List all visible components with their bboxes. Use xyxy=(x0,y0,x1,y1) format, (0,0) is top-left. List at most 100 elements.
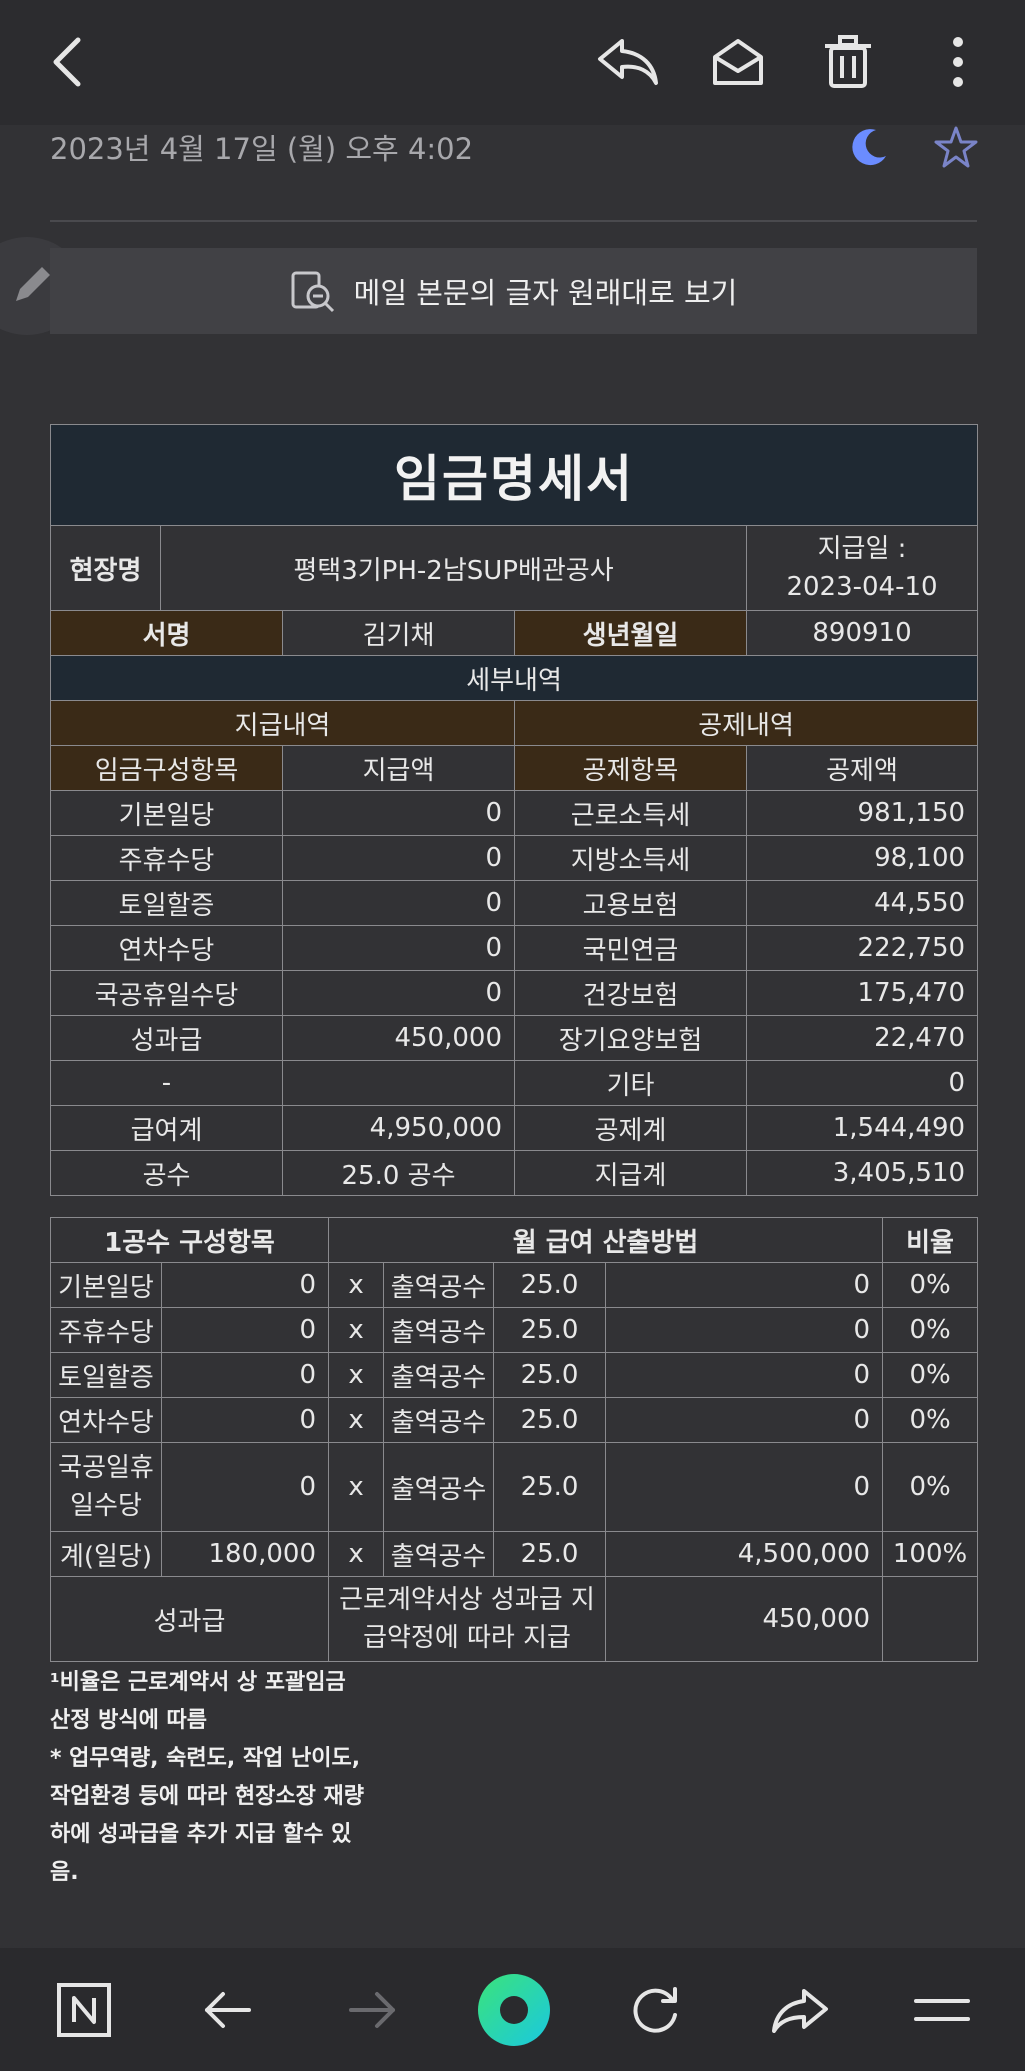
refresh-icon xyxy=(633,1987,677,2033)
reply-button[interactable] xyxy=(588,22,668,102)
row-amount: 25.0 공수 xyxy=(282,1150,515,1196)
row-ded-amount: 3,405,510 xyxy=(745,1150,979,1196)
row-item: 연차수당 xyxy=(50,925,283,971)
payslip-title: 임금명세서 xyxy=(49,424,979,526)
calc-days-label: 출역공수 xyxy=(383,1262,495,1308)
row-amount: 0 xyxy=(282,790,515,836)
calc-times: x xyxy=(328,1307,385,1353)
row-ded-item: 지방소득세 xyxy=(514,835,747,881)
arrow-left-icon xyxy=(205,1992,251,2028)
row-amount xyxy=(282,1060,515,1106)
more-vertical-icon xyxy=(953,37,963,87)
table-row: 공수 25.0 공수 지급계 3,405,510 xyxy=(50,1150,979,1196)
row-item: - xyxy=(50,1060,283,1106)
row-ded-amount: 98,100 xyxy=(745,835,979,881)
more-button[interactable] xyxy=(918,22,998,102)
table-row: 기본일당 0 x 출역공수 25.0 0 0% xyxy=(50,1262,979,1308)
table-row: 국공휴일수당 0 건강보험 175,470 xyxy=(50,970,979,1016)
row-item: 국공휴일수당 xyxy=(50,970,283,1016)
table-row: 주휴수당 0 x 출역공수 25.0 0 0% xyxy=(50,1307,979,1353)
calc-ratio: 0% xyxy=(882,1262,979,1308)
naver-home-button[interactable] xyxy=(44,1970,124,2050)
row-item: 성과급 xyxy=(50,1015,283,1061)
trash-icon xyxy=(825,35,871,88)
payment-section: 지급내역 xyxy=(50,700,515,746)
calc-days-label: 출역공수 xyxy=(383,1307,495,1353)
calc-holiday-line1: 국공일휴 xyxy=(58,1453,154,1483)
mark-read-button[interactable] xyxy=(698,22,778,102)
refresh-button[interactable] xyxy=(616,1970,696,2050)
bottom-navigation xyxy=(0,1948,1025,2071)
footnote-line: 작업환경 등에 따라 현장소장 재량 xyxy=(50,1784,364,1809)
row-ded-amount: 981,150 xyxy=(745,790,979,836)
mail-open-icon xyxy=(713,39,763,85)
calc-col1: 1공수 구성항목 xyxy=(49,1217,330,1263)
table-row: 성과급 근로계약서상 성과급 지 급약정에 따라 지급 450,000 xyxy=(49,1576,979,1662)
calc-days: 25.0 xyxy=(493,1307,607,1353)
calc-bonus-desc-line2: 급약정에 따라 지급 xyxy=(363,1623,571,1653)
browser-forward-button[interactable] xyxy=(332,1970,412,2050)
browser-back-button[interactable] xyxy=(188,1970,268,2050)
green-ring-icon xyxy=(478,1974,550,2046)
row-ded-item: 건강보험 xyxy=(514,970,747,1016)
menu-button[interactable] xyxy=(902,1970,982,2050)
row-ded-item: 고용보험 xyxy=(514,880,747,926)
table-row: 성과급 450,000 장기요양보험 22,470 xyxy=(50,1015,979,1061)
calc-item: 연차수당 xyxy=(50,1397,162,1443)
green-dot-button[interactable] xyxy=(474,1970,554,2050)
calc-days: 25.0 xyxy=(493,1397,607,1443)
back-button[interactable] xyxy=(28,22,108,102)
row-amount: 0 xyxy=(282,880,515,926)
row-item: 급여계 xyxy=(50,1105,283,1151)
row-ded-amount: 0 xyxy=(745,1060,979,1106)
calc-ratio: 0% xyxy=(882,1442,979,1532)
star-icon xyxy=(934,126,978,168)
calc-sum-days: 25.0 xyxy=(493,1531,607,1577)
calc-col3: 비율 xyxy=(882,1217,979,1263)
mail-date: 2023년 4월 17일 (월) 오후 4:02 xyxy=(50,132,474,166)
col-amount: 지급액 xyxy=(282,745,515,791)
row-amount: 0 xyxy=(282,925,515,971)
col-item: 임금구성항목 xyxy=(50,745,283,791)
row-amount: 0 xyxy=(282,835,515,881)
delete-button[interactable] xyxy=(808,22,888,102)
share-button[interactable] xyxy=(760,1970,840,2050)
site-label: 현장명 xyxy=(50,525,161,611)
dark-mode-toggle[interactable] xyxy=(846,126,890,174)
calc-table: 1공수 구성항목 월 급여 산출방법 비율 기본일당 0 x 출역공수 25.0 0 0% … xyxy=(49,1217,979,1662)
table-row: 연차수당 0 국민연금 222,750 xyxy=(50,925,979,971)
footnote-line: ¹비율은 근로계약서 상 포괄임금 xyxy=(50,1670,346,1695)
birth-label: 생년월일 xyxy=(514,610,747,656)
calc-unit: 0 xyxy=(160,1442,330,1532)
calc-ratio: 0% xyxy=(882,1397,979,1443)
footnote-line: 산정 방식에 따름 xyxy=(50,1708,207,1733)
calc-bonus-desc: 근로계약서상 성과급 지 급약정에 따라 지급 xyxy=(328,1576,607,1662)
view-original-button[interactable]: 메일 본문의 글자 원래대로 보기 xyxy=(50,248,977,334)
calc-times: x xyxy=(328,1442,385,1532)
row-ded-item: 국민연금 xyxy=(514,925,747,971)
calc-times: x xyxy=(328,1352,385,1398)
table-row: 기본일당 0 근로소득세 981,150 xyxy=(50,790,979,836)
col-ded-item: 공제항목 xyxy=(514,745,747,791)
calc-days: 25.0 xyxy=(493,1442,607,1532)
table-row: 국공일휴 일수당 0 x 출역공수 25.0 0 0% xyxy=(50,1442,979,1532)
pay-date-label: 지급일 : xyxy=(817,534,907,564)
row-ded-amount: 175,470 xyxy=(745,970,979,1016)
row-amount: 0 xyxy=(282,970,515,1016)
header-divider xyxy=(50,220,977,222)
moon-icon xyxy=(852,129,886,166)
back-icon xyxy=(53,37,81,87)
calc-days-label: 출역공수 xyxy=(383,1352,495,1398)
row-amount: 4,950,000 xyxy=(282,1105,515,1151)
zoom-out-icon xyxy=(291,271,334,313)
deduction-section: 공제내역 xyxy=(513,700,979,746)
payslip-table: 임금명세서 현장명 평택3기PH-2남SUP배관공사 지급일 : 2023-04-… xyxy=(49,424,979,1196)
view-original-label: 메일 본문의 글자 원래대로 보기 xyxy=(353,276,738,310)
star-button[interactable] xyxy=(932,124,980,176)
calc-total: 0 xyxy=(605,1397,884,1443)
table-row: 주휴수당 0 지방소득세 98,100 xyxy=(50,835,979,881)
pay-date-cell: 지급일 : 2023-04-10 xyxy=(745,525,979,611)
calc-unit: 0 xyxy=(160,1352,330,1398)
table-row: 계(일당) 180,000 x 출역공수 25.0 4,500,000 100% xyxy=(50,1531,979,1577)
table-row: 급여계 4,950,000 공제계 1,544,490 xyxy=(50,1105,979,1151)
